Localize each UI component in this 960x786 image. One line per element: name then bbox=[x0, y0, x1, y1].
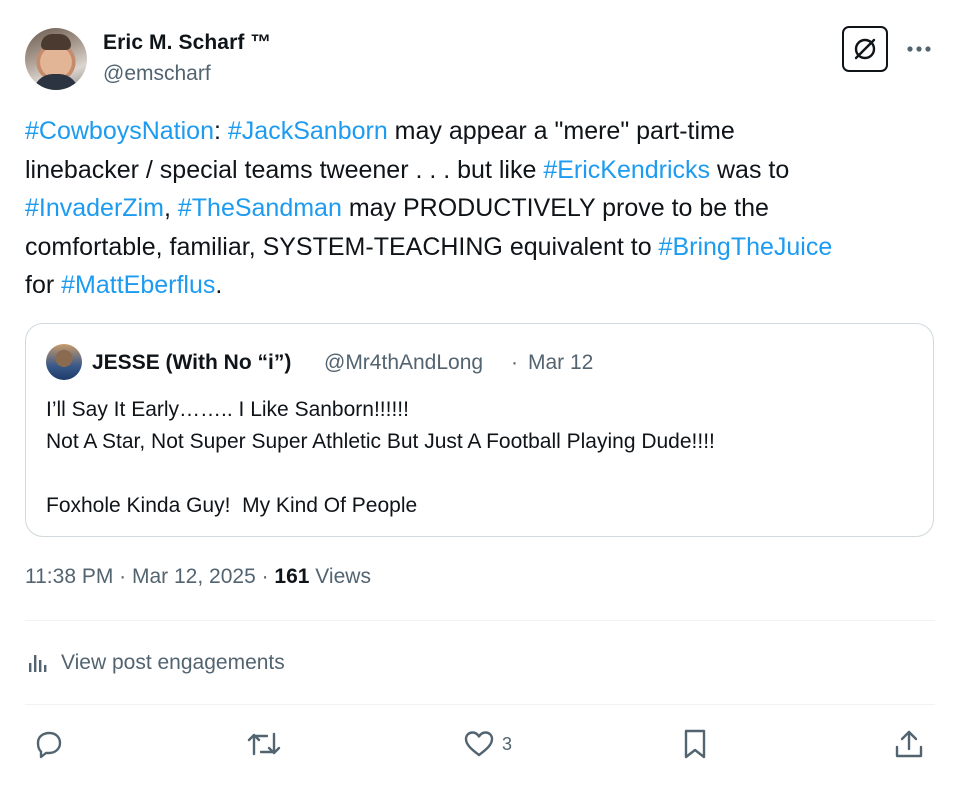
post-text-fragment: linebacker / special teams tweener . . .… bbox=[25, 155, 544, 184]
post-text-fragment: may appear a "mere" part-time bbox=[387, 117, 735, 145]
meta-separator: · bbox=[113, 565, 132, 588]
avatar-shirt bbox=[33, 74, 79, 90]
hashtag-link[interactable]: #BringTheJuice bbox=[659, 233, 833, 261]
post-text-fragment: comfortable, familiar, SYSTEM-TEACHING e… bbox=[25, 232, 659, 261]
hashtag-link[interactable]: #InvaderZim bbox=[25, 194, 164, 222]
post-line: linebacker / special teams tweener . . .… bbox=[25, 151, 935, 190]
quoted-author-name: JESSE (With No “i”) bbox=[92, 351, 292, 374]
hashtag-link[interactable]: #JackSanborn bbox=[228, 117, 388, 145]
hashtag-link[interactable]: #CowboysNation bbox=[25, 117, 214, 145]
view-engagements-link[interactable]: View post engagements bbox=[25, 650, 285, 676]
divider bbox=[25, 704, 935, 705]
post-line: #CowboysNation: #JackSanborn may appear … bbox=[25, 112, 935, 151]
view-engagements-label: View post engagements bbox=[61, 651, 285, 674]
bookmark-icon bbox=[684, 729, 706, 759]
grok-button[interactable] bbox=[842, 26, 888, 72]
heart-icon bbox=[464, 731, 494, 757]
author-avatar[interactable] bbox=[25, 28, 87, 90]
views-count: 161 bbox=[274, 565, 310, 588]
post-text-fragment: was to bbox=[710, 155, 790, 184]
analytics-icon bbox=[29, 655, 47, 672]
repost-icon bbox=[247, 732, 281, 756]
quoted-line: Foxhole Kinda Guy! My Kind Of People bbox=[46, 494, 418, 517]
post-text-fragment: : bbox=[214, 117, 228, 145]
more-dots-icon bbox=[907, 46, 931, 52]
share-button[interactable] bbox=[892, 725, 926, 763]
post-date[interactable]: Mar 12, 2025 bbox=[132, 565, 256, 588]
post-text-fragment: may PRODUCTIVELY prove to be the bbox=[341, 194, 769, 223]
quoted-date: Mar 12 bbox=[528, 351, 594, 374]
quoted-author-handle: @Mr4thAndLong bbox=[324, 351, 484, 374]
grok-icon bbox=[854, 38, 876, 60]
quoted-separator: · bbox=[511, 351, 518, 374]
quoted-line: I’ll Say It Early…….. I Like Sanborn!!!!… bbox=[46, 398, 409, 421]
post-text: #CowboysNation: #JackSanborn may appear … bbox=[25, 112, 935, 305]
quoted-text: I’ll Say It Early…….. I Like Sanborn!!!!… bbox=[46, 394, 715, 522]
repost-button[interactable] bbox=[245, 725, 283, 763]
author-handle[interactable]: @emscharf bbox=[103, 62, 211, 86]
views-label: Views bbox=[309, 565, 371, 588]
bookmark-button[interactable] bbox=[678, 725, 712, 763]
reply-icon bbox=[36, 731, 62, 759]
post-meta: 11:38 PM · Mar 12, 2025 · 161 Views bbox=[25, 565, 371, 589]
share-icon bbox=[895, 730, 923, 758]
post-line: for #MattEberflus. bbox=[25, 266, 935, 305]
post-line: comfortable, familiar, SYSTEM-TEACHING e… bbox=[25, 228, 935, 267]
quoted-author-avatar bbox=[46, 344, 82, 380]
like-button[interactable]: 3 bbox=[462, 725, 512, 763]
quoted-line bbox=[46, 458, 715, 490]
tweet: Eric M. Scharf ™ @emscharf #CowboysNatio… bbox=[0, 0, 960, 786]
quoted-post[interactable]: JESSE (With No “i”) @Mr4thAndLong · Mar … bbox=[25, 323, 934, 537]
post-text-fragment: , bbox=[163, 194, 178, 223]
quoted-line: Not A Star, Not Super Super Athletic But… bbox=[46, 430, 715, 453]
hashtag-link[interactable]: #EricKendricks bbox=[543, 156, 710, 184]
like-count: 3 bbox=[502, 733, 513, 754]
post-line: #InvaderZim, #TheSandman may PRODUCTIVEL… bbox=[25, 189, 935, 228]
reply-button[interactable] bbox=[32, 725, 66, 763]
post-text-fragment: . bbox=[215, 271, 223, 300]
avatar-hair bbox=[41, 34, 71, 50]
post-text-fragment: for bbox=[25, 271, 62, 300]
hashtag-link[interactable]: #TheSandman bbox=[178, 194, 342, 222]
divider bbox=[25, 620, 935, 621]
hashtag-link[interactable]: #MattEberflus bbox=[61, 271, 215, 299]
author-name[interactable]: Eric M. Scharf ™ bbox=[103, 31, 271, 55]
meta-separator: · bbox=[255, 565, 275, 588]
more-options-button[interactable] bbox=[902, 36, 936, 62]
post-timestamp[interactable]: 11:38 PM bbox=[25, 565, 113, 588]
